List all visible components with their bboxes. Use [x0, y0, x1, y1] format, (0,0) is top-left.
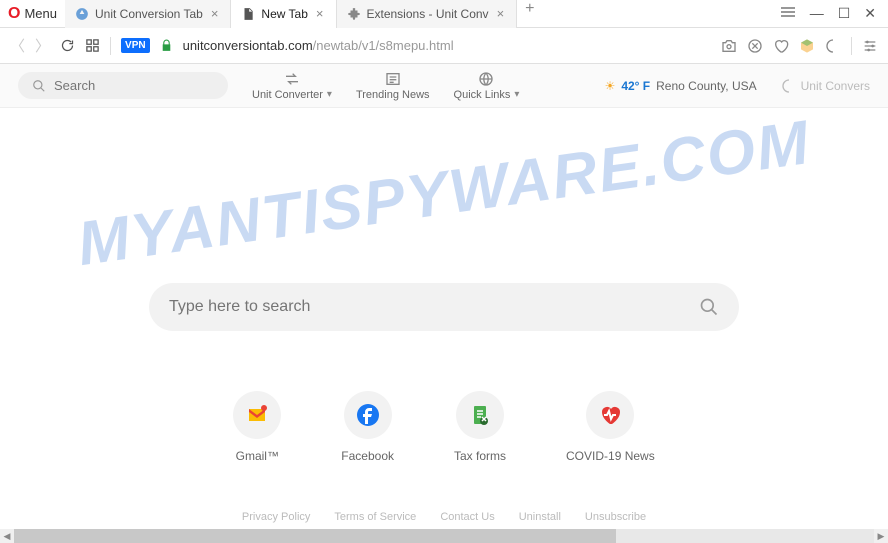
footer-unsubscribe[interactable]: Unsubscribe — [585, 511, 646, 523]
news-icon — [384, 71, 402, 87]
footer-contact[interactable]: Contact Us — [440, 511, 494, 523]
quick-link-facebook[interactable]: Facebook — [341, 391, 394, 463]
weather-location: Reno County, USA — [656, 79, 757, 93]
quick-link-label: COVID-19 News — [566, 449, 655, 463]
toolbar-item-label: Trending News — [356, 89, 430, 101]
search-icon — [32, 79, 46, 93]
tab-extensions[interactable]: Extensions - Unit Conv × — [337, 0, 518, 28]
gmail-icon — [233, 391, 281, 439]
quick-link-label: Facebook — [341, 449, 394, 463]
page-toolbar: Unit Converter ▾ Trending News Quick Lin… — [0, 64, 888, 108]
sidebar-icon[interactable] — [825, 38, 841, 54]
heart-icon[interactable] — [773, 38, 789, 54]
tab-strip: Unit Conversion Tab × New Tab × Extensio… — [65, 0, 768, 28]
footer-uninstall[interactable]: Uninstall — [519, 511, 561, 523]
scroll-left-icon[interactable]: ◀ — [0, 531, 14, 542]
titlebar: O Menu Unit Conversion Tab × New Tab × E… — [0, 0, 888, 28]
lock-icon[interactable] — [160, 39, 173, 52]
tab-favicon-icon — [75, 7, 89, 21]
speed-dial-icon[interactable] — [85, 38, 100, 53]
document-icon — [456, 391, 504, 439]
url-domain: unitconversiontab.com — [183, 38, 313, 53]
quick-link-covid-news[interactable]: COVID-19 News — [566, 391, 655, 463]
reload-button[interactable] — [60, 38, 75, 53]
tab-new-tab[interactable]: New Tab × — [231, 0, 336, 28]
close-window-icon[interactable]: ✕ — [864, 5, 876, 22]
footer-links: Privacy Policy Terms of Service Contact … — [242, 511, 646, 523]
divider — [851, 37, 852, 55]
trending-news-link[interactable]: Trending News — [356, 71, 430, 101]
unit-converter-menu[interactable]: Unit Converter ▾ — [252, 71, 332, 101]
brand-text: Unit Convers — [801, 79, 870, 93]
heart-pulse-icon — [586, 391, 634, 439]
toolbar-item-label: Unit Converter — [252, 89, 323, 101]
close-icon[interactable]: × — [495, 6, 507, 21]
quick-links-menu[interactable]: Quick Links ▾ — [454, 71, 520, 101]
document-icon — [241, 7, 255, 21]
brand-label: Unit Convers — [781, 78, 870, 94]
quick-link-tax-forms[interactable]: Tax forms — [454, 391, 506, 463]
toolbar-search-input[interactable] — [54, 78, 230, 93]
footer-privacy[interactable]: Privacy Policy — [242, 511, 310, 523]
minimize-icon[interactable]: — — [810, 5, 824, 22]
horizontal-scrollbar[interactable]: ◀ ▶ — [0, 529, 888, 543]
brand-icon — [781, 78, 797, 94]
toolbar-item-label: Quick Links — [454, 89, 511, 101]
quick-links-grid: Gmail™ Facebook Tax forms COVID-19 News — [233, 391, 654, 463]
easy-setup-icon[interactable] — [862, 38, 878, 54]
quick-link-gmail[interactable]: Gmail™ — [233, 391, 281, 463]
adblock-icon[interactable] — [747, 38, 763, 54]
url-display[interactable]: unitconversiontab.com/newtab/v1/s8mepu.h… — [183, 38, 454, 53]
chevron-down-icon: ▾ — [514, 89, 519, 100]
toolbar-search[interactable] — [18, 72, 228, 99]
weather-temp: 42° F — [621, 79, 650, 93]
easy-setup-icon[interactable] — [780, 5, 796, 22]
close-icon[interactable]: × — [209, 6, 221, 21]
main-search[interactable] — [149, 283, 739, 331]
main-search-input[interactable] — [169, 298, 699, 316]
tab-title: Unit Conversion Tab — [95, 7, 203, 21]
globe-icon — [477, 71, 495, 87]
page-content: MYANTISPYWARE.COM Gmail™ Facebook Tax fo… — [0, 108, 888, 529]
vpn-badge[interactable]: VPN — [121, 38, 150, 53]
extension-icon — [347, 7, 361, 21]
quick-link-label: Tax forms — [454, 449, 506, 463]
url-path: /newtab/v1/s8mepu.html — [313, 38, 454, 53]
tab-title: New Tab — [261, 7, 307, 21]
search-icon[interactable] — [699, 297, 719, 317]
forward-button[interactable]: 〉 — [35, 35, 50, 56]
chevron-down-icon: ▾ — [327, 89, 332, 100]
extension-cube-icon[interactable] — [799, 38, 815, 54]
maximize-icon[interactable]: ☐ — [838, 5, 851, 22]
divider — [110, 37, 111, 55]
menu-label: Menu — [24, 6, 57, 21]
converter-icon — [283, 71, 301, 87]
addressbar: 〈 〉 VPN unitconversiontab.com/newtab/v1/… — [0, 28, 888, 64]
menu-button[interactable]: O Menu — [0, 5, 65, 23]
tab-unit-conversion[interactable]: Unit Conversion Tab × — [65, 0, 231, 28]
scroll-track[interactable] — [14, 529, 874, 543]
window-controls: — ☐ ✕ — [768, 5, 888, 22]
quick-link-label: Gmail™ — [236, 449, 279, 463]
tab-title: Extensions - Unit Conv — [367, 7, 489, 21]
back-button[interactable]: 〈 — [10, 35, 25, 56]
weather-widget[interactable]: ☀ 42° F Reno County, USA — [605, 79, 757, 93]
scroll-right-icon[interactable]: ▶ — [874, 531, 888, 542]
new-tab-button[interactable]: + — [517, 0, 542, 28]
footer-terms[interactable]: Terms of Service — [334, 511, 416, 523]
scroll-thumb[interactable] — [14, 529, 616, 543]
sun-icon: ☀ — [605, 79, 616, 93]
snapshot-icon[interactable] — [721, 38, 737, 54]
watermark: MYANTISPYWARE.COM — [0, 94, 888, 293]
addressbar-actions — [721, 37, 878, 55]
opera-logo-icon: O — [8, 5, 20, 23]
facebook-icon — [344, 391, 392, 439]
close-icon[interactable]: × — [314, 6, 326, 21]
